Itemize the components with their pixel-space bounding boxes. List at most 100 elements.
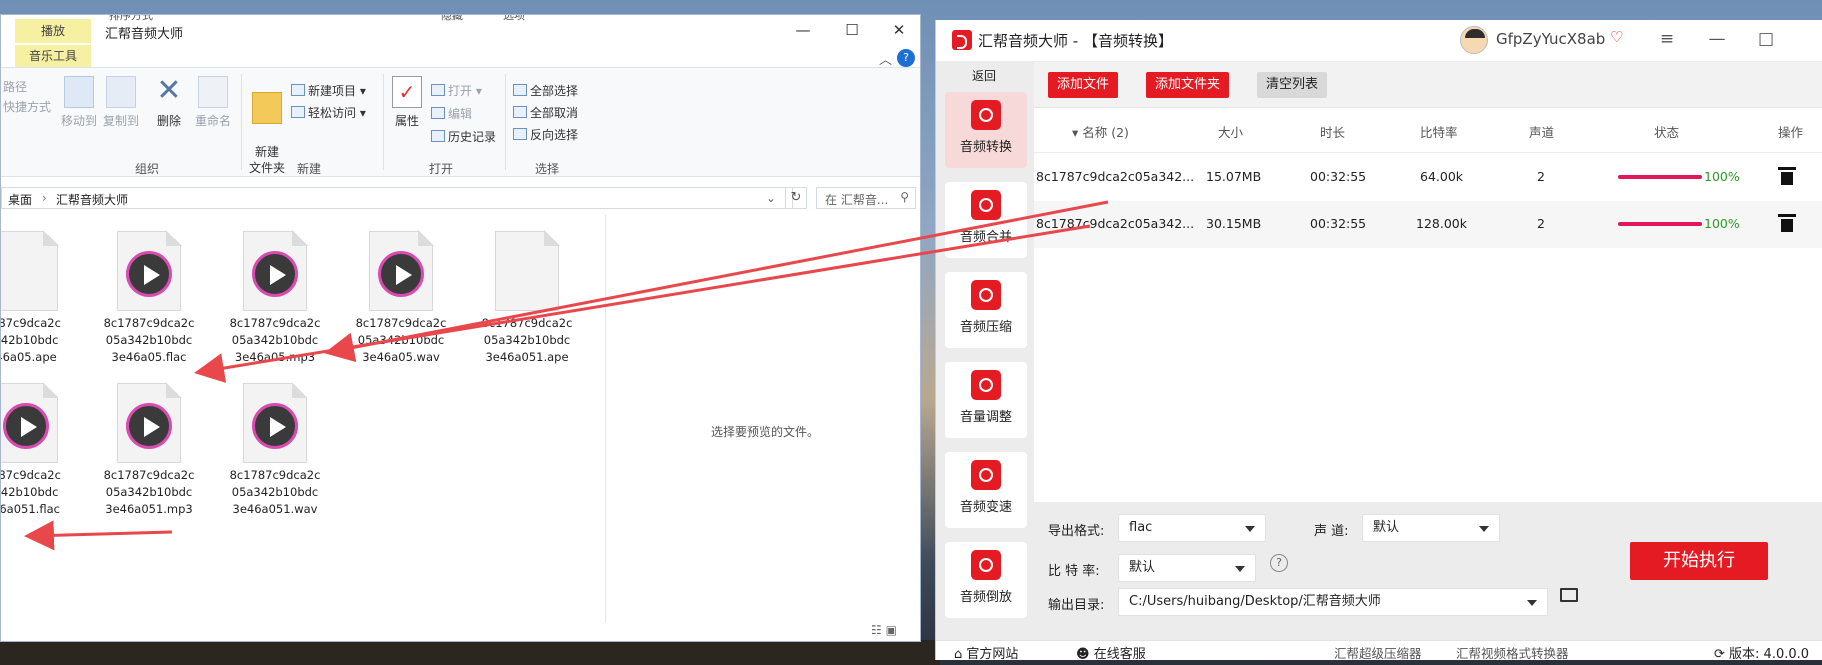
table-row[interactable]: 8c1787c9dca2c05a342... 15.07MB 00:32:55 …	[1034, 154, 1822, 201]
row-duration: 00:32:55	[1310, 216, 1367, 231]
edit-label: 编辑	[448, 107, 473, 121]
help-icon[interactable]: ?	[897, 49, 915, 67]
col-channels: 声道	[1529, 125, 1555, 140]
add-folder-button[interactable]: 添加文件夹	[1146, 72, 1230, 98]
menu-icon[interactable]: ≡	[1652, 29, 1682, 49]
avatar[interactable]	[1460, 26, 1488, 54]
chevron-down-icon	[1245, 526, 1255, 532]
output-dir-label: 输出目录:	[1048, 598, 1105, 613]
col-name[interactable]: ▾ 名称 (2)	[1072, 122, 1129, 141]
select-none-icon	[513, 106, 527, 118]
file-item[interactable]: 8c1787c9dca2c 05a342b10bdc 3e46a05.mp3	[216, 230, 334, 366]
add-file-button[interactable]: 添加文件	[1048, 72, 1119, 98]
username[interactable]: GfpZyYucX8ab	[1496, 30, 1605, 48]
new-folder-button[interactable]: 新建 文件夹	[245, 76, 289, 176]
view-toggle-icons[interactable]: ☷ ▣	[871, 623, 897, 637]
move-to-button[interactable]: 移动到	[59, 76, 99, 129]
rename-button[interactable]: 重命名	[191, 76, 235, 129]
file-item[interactable]: 8c1787c9dca2c 05a342b10bdc 3e46a051.mp3	[90, 382, 208, 518]
file-item[interactable]: 8c1787c9dca2c 05a342b10bdc 3e46a051.ape	[468, 230, 586, 366]
hide-fragment: 隐藏	[441, 14, 463, 22]
sidebar-item-volume-adjust[interactable]: 音量调整	[945, 362, 1027, 438]
output-dir-select[interactable]: C:/Users/huibang/Desktop/汇帮音频大师	[1118, 588, 1548, 616]
collapse-ribbon-icon[interactable]: ︿	[879, 49, 892, 68]
channel-select[interactable]: 默认	[1362, 514, 1500, 542]
ribbon-separator	[241, 74, 242, 170]
vip-diamond-icon[interactable]: ♡	[1610, 28, 1623, 46]
ribbon-path-fragment[interactable]: 路径	[3, 78, 27, 95]
open-folder-icon[interactable]	[1560, 588, 1578, 602]
breadcrumb-current[interactable]: 汇帮音频大师	[56, 191, 128, 208]
maximize-button[interactable]: ☐	[832, 19, 872, 41]
search-input[interactable]: 在 汇帮音... ⚲	[816, 187, 916, 209]
file-item[interactable]: 8c1787c9dca2c 05a342b10bdc 3e46a051.wav	[216, 382, 334, 518]
delete-trash-icon[interactable]	[1778, 167, 1796, 185]
media-file-icon	[117, 382, 182, 463]
support-link[interactable]: ☻ 在线客服	[1076, 643, 1146, 660]
minimize-button[interactable]: —	[783, 19, 823, 41]
version-info: ⟳ 版本: 4.0.0.0	[1714, 647, 1810, 660]
new-item-button[interactable]: 新建项目 ▾	[291, 82, 366, 99]
copy-to-button[interactable]: 复制到	[101, 76, 141, 129]
edit-icon	[431, 107, 445, 119]
help-question-icon[interactable]: ?	[1270, 554, 1288, 572]
clear-list-button[interactable]: 清空列表	[1257, 72, 1328, 98]
easy-access-button[interactable]: 轻松访问 ▾	[291, 104, 366, 121]
progress-bar	[1618, 222, 1702, 226]
file-item[interactable]: 8c1787c9dca2c 05a342b10bdc 3e46a05.flac	[90, 230, 208, 366]
back-button[interactable]: 返回	[942, 66, 1026, 86]
file-item[interactable]: 787c9dca2c 342b10bdc 46a05.ape	[0, 230, 85, 366]
edit-button[interactable]: 编辑	[431, 105, 472, 122]
sidebar-item-label: 音频合并	[959, 230, 1012, 245]
address-dropdown-icon[interactable]: ⌄	[766, 191, 776, 205]
format-label: 导出格式:	[1048, 524, 1105, 539]
compressor-link[interactable]: 汇帮超级压缩器	[1334, 643, 1422, 660]
format-select[interactable]: flac	[1118, 514, 1266, 542]
delete-trash-icon[interactable]	[1778, 214, 1796, 232]
sidebar-item-audio-convert[interactable]: 音频转换	[945, 92, 1027, 168]
merge-icon	[971, 190, 1001, 220]
maximize-icon[interactable]: □	[1751, 29, 1781, 49]
open-label: 打开	[448, 84, 473, 98]
sidebar-item-label: 音频压缩	[959, 320, 1012, 335]
open-button[interactable]: 打开 ▾	[431, 82, 482, 99]
file-item[interactable]: 787c9dca2c 342b10bdc 46a051.flac	[1, 382, 85, 518]
chevron-down-icon	[1235, 566, 1245, 572]
close-button[interactable]: ✕	[879, 19, 919, 41]
format-value: flac	[1129, 520, 1153, 535]
website-link[interactable]: ⌂ 官方网站	[954, 643, 1018, 660]
history-icon	[431, 130, 445, 142]
delete-button[interactable]: ✕ 删除	[151, 76, 187, 129]
table-row[interactable]: 8c1787c9dca2c05a342... 30.15MB 00:32:55 …	[1034, 201, 1822, 248]
sidebar-item-audio-merge[interactable]: 音频合并	[945, 182, 1027, 258]
history-button[interactable]: 历史记录	[431, 128, 496, 145]
ribbon: 路径 快捷方式 移动到 复制到 ✕ 删除 重命名 新建 文件夹 新建项目 ▾ 轻…	[1, 67, 920, 177]
sidebar-item-audio-reverse[interactable]: 音频倒放	[945, 542, 1027, 618]
address-bar[interactable]: 桌面 › 汇帮音频大师 ⌄	[1, 187, 793, 209]
chevron-down-icon	[1527, 600, 1537, 606]
tab-play[interactable]: 播放	[15, 19, 91, 43]
refresh-button[interactable]: ↻	[785, 187, 807, 209]
app-title: 汇帮音频大师 - 【音频转换】	[978, 32, 1173, 50]
select-none-label: 全部取消	[530, 106, 579, 120]
start-button[interactable]: 开始执行	[1630, 542, 1768, 580]
video-converter-link[interactable]: 汇帮视频格式转换器	[1456, 643, 1569, 660]
minimize-icon[interactable]: —	[1702, 29, 1732, 49]
bitrate-select[interactable]: 默认	[1118, 554, 1256, 582]
properties-button[interactable]: ✓ 属性	[389, 76, 425, 129]
invert-selection-button[interactable]: 反向选择	[513, 126, 578, 143]
file-name: 787c9dca2c 342b10bdc 46a05.ape	[0, 316, 61, 364]
sidebar-item-audio-speed[interactable]: 音频变速	[945, 452, 1027, 528]
breadcrumb-desktop[interactable]: 桌面	[8, 191, 32, 208]
delete-x-icon: ✕	[156, 73, 182, 108]
sidebar-item-audio-compress[interactable]: 音频压缩	[945, 272, 1027, 348]
progress-percent: 100%	[1704, 169, 1740, 184]
select-all-button[interactable]: 全部选择	[513, 82, 578, 99]
ribbon-shortcut-fragment[interactable]: 快捷方式	[3, 98, 51, 115]
select-none-button[interactable]: 全部取消	[513, 104, 578, 121]
progress-percent: 100%	[1704, 216, 1740, 231]
rename-label: 重命名	[194, 114, 231, 128]
file-item[interactable]: 8c1787c9dca2c 05a342b10bdc 3e46a05.wav	[342, 230, 460, 366]
tab-music-tools[interactable]: 音乐工具	[15, 45, 91, 67]
breadcrumb-separator: ›	[42, 191, 47, 205]
